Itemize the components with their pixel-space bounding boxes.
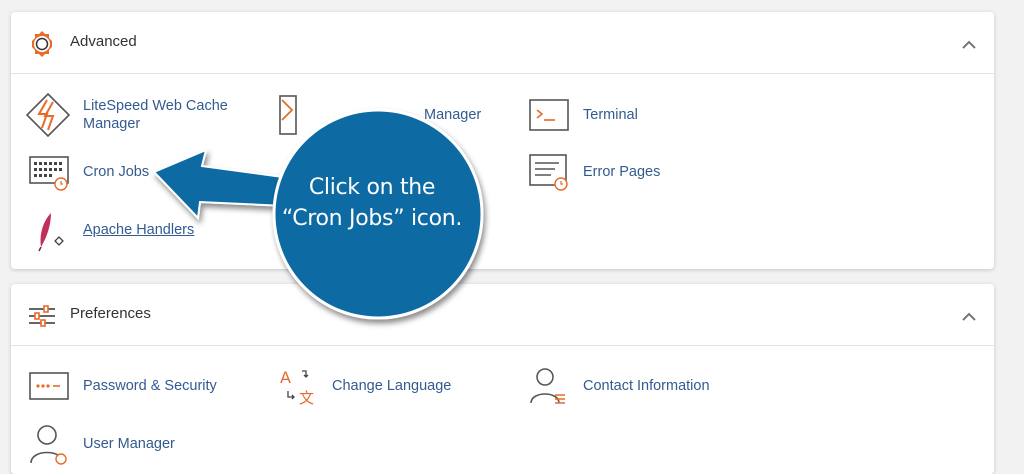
callout-overlay [152,108,484,320]
callout-line-1: Click on the [308,175,436,200]
callout-line-2: “Cron Jobs” icon. [281,206,463,231]
callout-arrow [152,148,292,221]
callout-text: Click on the “Cron Jobs” icon. [272,172,472,234]
